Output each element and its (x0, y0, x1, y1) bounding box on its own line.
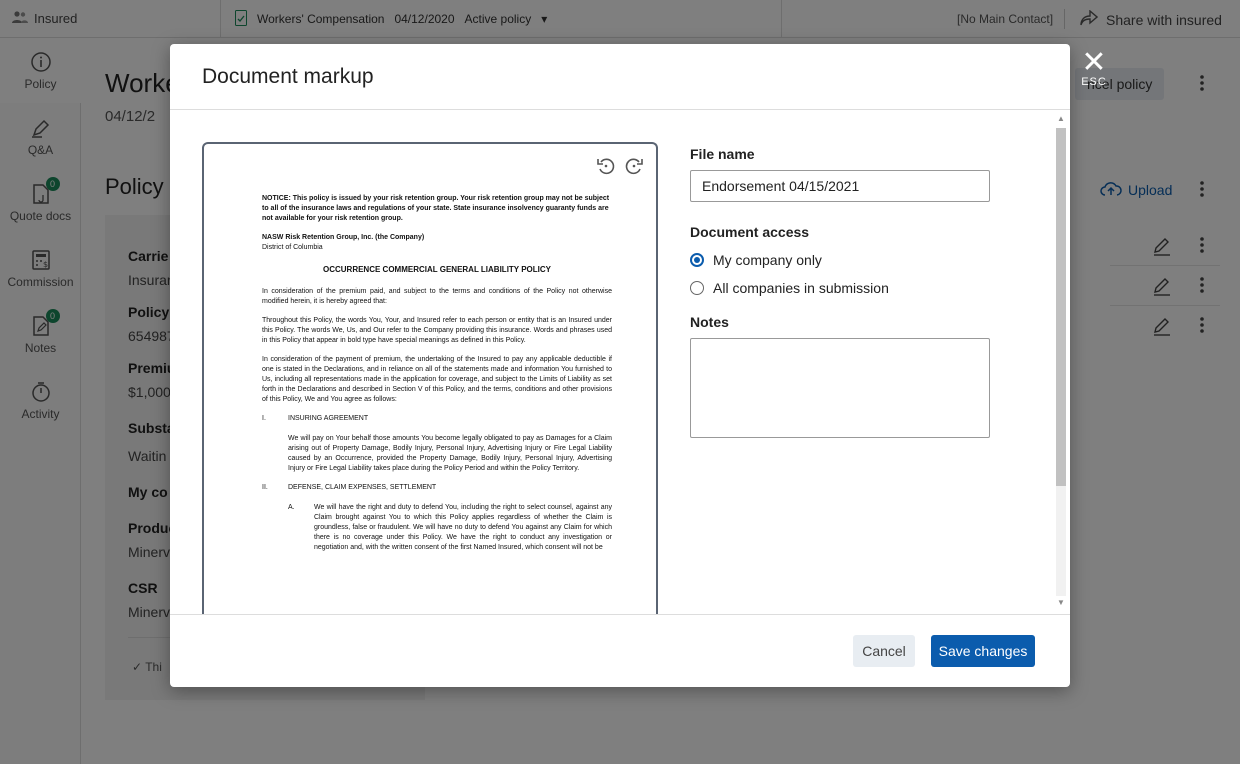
markup-form: File name Document access My company onl… (690, 146, 1000, 438)
doc-paragraph: We will pay on Your behalf those amounts… (288, 435, 612, 472)
doc-section-number: II. (262, 484, 268, 491)
access-option-all-companies[interactable]: All companies in submission (690, 274, 1000, 302)
doc-paragraph: We will have the right and duty to defen… (314, 504, 612, 551)
access-option-my-company[interactable]: My company only (690, 246, 1000, 274)
doc-section-title: DEFENSE, CLAIM EXPENSES, SETTLEMENT (288, 484, 437, 491)
rotate-right-icon[interactable] (624, 156, 646, 178)
radio-unselected[interactable] (690, 281, 704, 295)
file-name-input[interactable] (690, 170, 990, 202)
document-access-label: Document access (690, 224, 810, 240)
file-name-label: File name (690, 146, 755, 162)
doc-paragraph: In consideration of the payment of premi… (262, 356, 612, 403)
modal-title: Document markup (202, 65, 374, 88)
doc-notice: NOTICE: This policy is issued by your ri… (262, 195, 610, 222)
doc-section: I. INSURING AGREEMENT (262, 414, 612, 424)
scrollbar-thumb[interactable] (1056, 128, 1066, 486)
doc-section-number: I. (262, 415, 266, 422)
doc-subsection: A. We will have the right and duty to de… (262, 503, 612, 562)
doc-subsection-number: A. (288, 504, 295, 511)
radio-label: My company only (713, 252, 822, 268)
save-changes-button[interactable]: Save changes (931, 635, 1035, 667)
rotate-left-icon[interactable] (596, 156, 618, 178)
cancel-button[interactable]: Cancel (853, 635, 915, 667)
notes-label: Notes (690, 314, 729, 330)
doc-issuer: NASW Risk Retention Group, Inc. (the Com… (262, 234, 425, 241)
modal-body: NOTICE: This policy is issued by your ri… (170, 110, 1070, 614)
document-preview[interactable]: NOTICE: This policy is issued by your ri… (202, 142, 658, 614)
close-modal-button[interactable]: ✕ ESC (1078, 46, 1110, 89)
close-icon: ✕ (1081, 46, 1107, 79)
document-markup-modal: Document markup NOTICE: This policy is i… (170, 44, 1070, 687)
scroll-up-icon[interactable]: ▲ (1057, 114, 1065, 123)
esc-label: ESC (1081, 76, 1107, 88)
modal-scrollbar[interactable]: ▲ ▼ (1054, 114, 1068, 610)
doc-header: NASW Risk Retention Group, Inc. (the Com… (262, 233, 612, 253)
doc-heading: OCCURRENCE COMMERCIAL GENERAL LIABILITY … (322, 265, 551, 274)
radio-label: All companies in submission (713, 280, 889, 296)
doc-district: District of Columbia (262, 244, 323, 251)
divider (170, 614, 1070, 615)
scroll-down-icon[interactable]: ▼ (1057, 598, 1065, 607)
doc-paragraph: In consideration of the premium paid, an… (262, 288, 612, 305)
document-page: NOTICE: This policy is issued by your ri… (262, 194, 612, 562)
doc-paragraph: Throughout this Policy, the words You, Y… (262, 317, 612, 344)
doc-section: II. DEFENSE, CLAIM EXPENSES, SETTLEMENT (262, 483, 612, 493)
notes-textarea[interactable] (690, 338, 990, 438)
radio-selected[interactable] (690, 253, 704, 267)
doc-section-title: INSURING AGREEMENT (288, 415, 369, 422)
